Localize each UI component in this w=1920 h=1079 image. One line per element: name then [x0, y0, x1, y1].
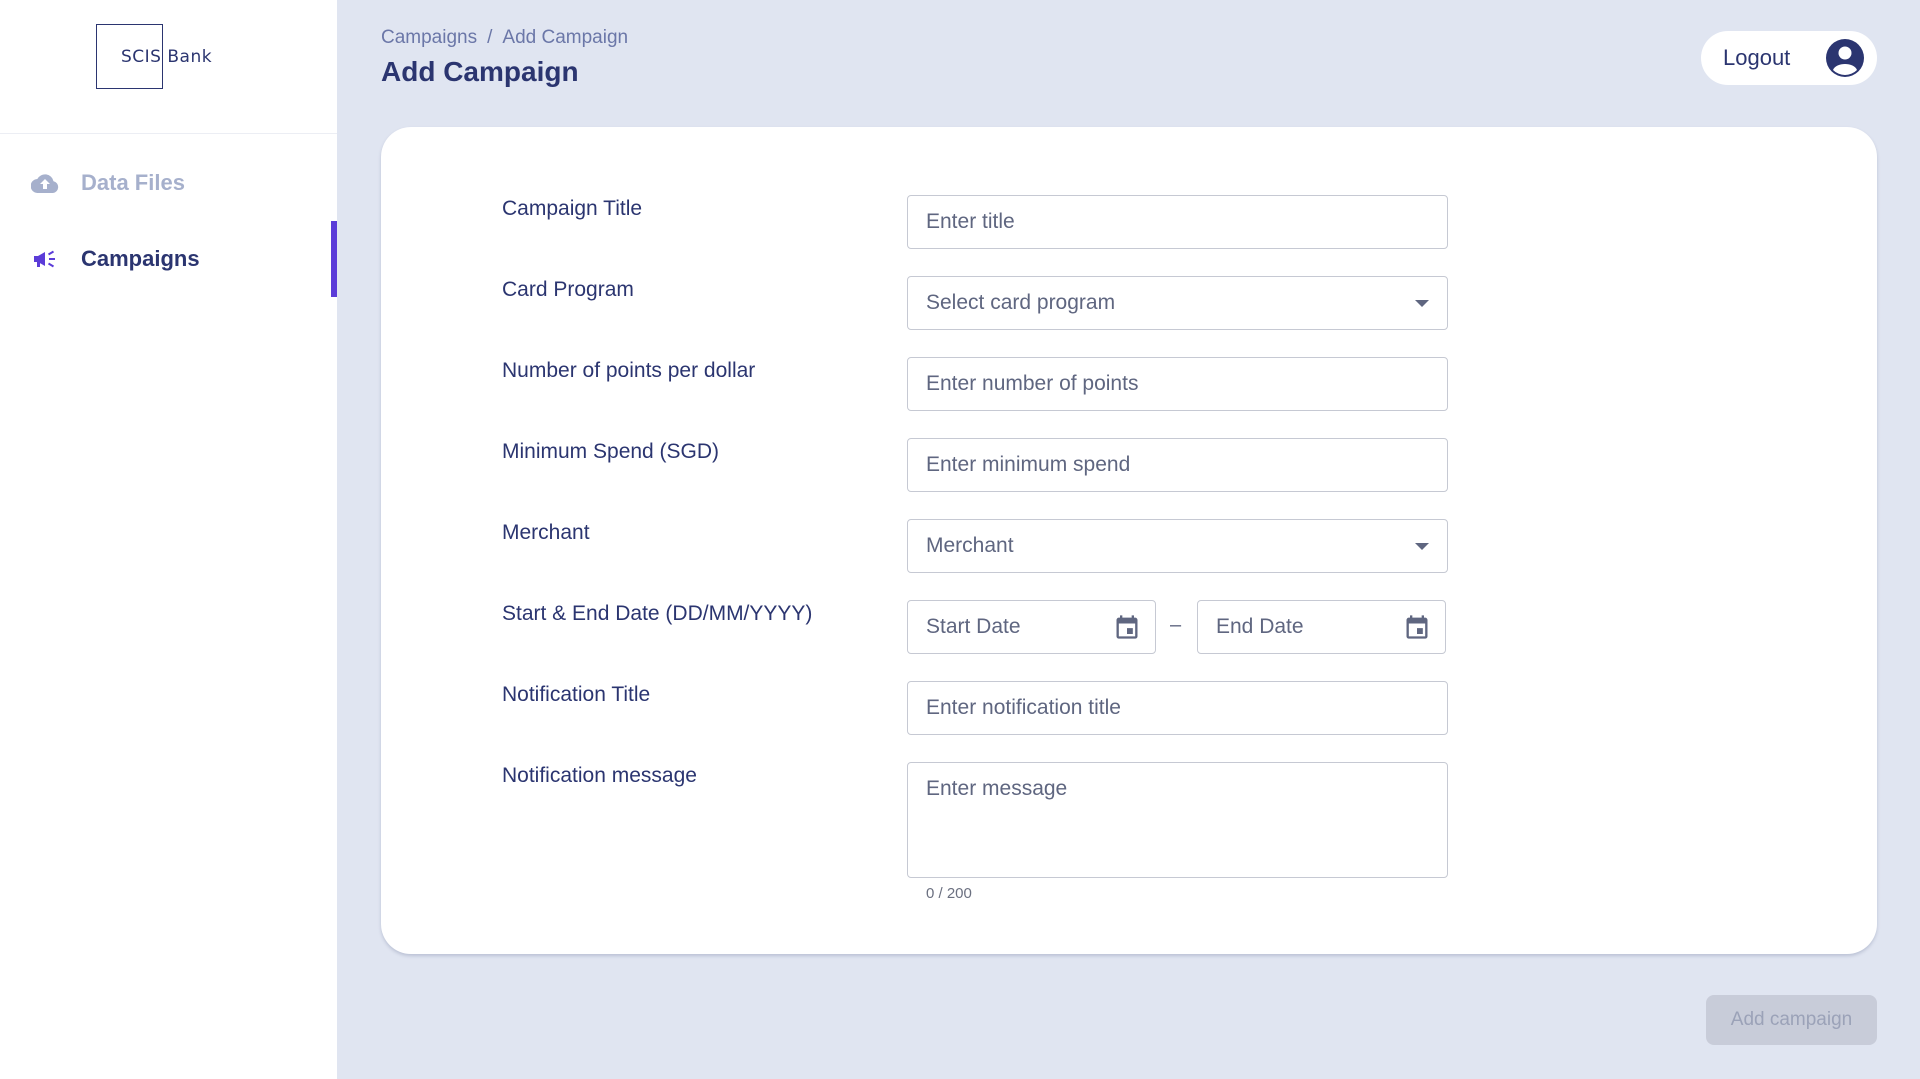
card-program-placeholder: Select card program [926, 291, 1116, 314]
campaign-title-input[interactable] [908, 196, 1447, 248]
notification-title-field [907, 681, 1448, 735]
card-program-select[interactable]: Select card program [907, 276, 1448, 330]
campaign-form-card: Campaign Title Card Program Select card … [381, 127, 1877, 954]
min-spend-input[interactable] [908, 439, 1447, 491]
logout-button[interactable]: Logout [1701, 31, 1877, 85]
sidebar-item-campaigns[interactable]: Campaigns [0, 221, 337, 297]
sidebar-item-label: Data Files [81, 170, 185, 195]
campaign-title-field [907, 195, 1448, 249]
user-avatar-icon [1826, 39, 1864, 77]
notification-title-label: Notification Title [502, 683, 651, 706]
sidebar: SCIS Bank Data Files Campaigns [0, 0, 337, 1079]
merchant-select[interactable]: Merchant [907, 519, 1448, 573]
notification-title-input[interactable] [908, 682, 1447, 734]
points-field [907, 357, 1448, 411]
dropdown-arrow-icon [1415, 543, 1429, 550]
merchant-label: Merchant [502, 521, 590, 544]
min-spend-label: Minimum Spend (SGD) [502, 440, 720, 463]
breadcrumb: Campaigns / Add Campaign [381, 27, 628, 49]
end-date-field [1197, 600, 1446, 654]
points-input[interactable] [908, 358, 1447, 410]
date-range-separator: – [1170, 614, 1182, 636]
logo-text: SCIS Bank [121, 47, 213, 67]
sidebar-item-data-files[interactable]: Data Files [0, 145, 337, 221]
points-label: Number of points per dollar [502, 359, 756, 382]
breadcrumb-item-campaigns[interactable]: Campaigns [381, 27, 477, 49]
dates-label: Start & End Date (DD/MM/YYYY) [502, 602, 813, 625]
calendar-icon[interactable] [1403, 613, 1431, 641]
start-date-field [907, 600, 1156, 654]
megaphone-icon [31, 248, 59, 270]
dropdown-arrow-icon [1415, 300, 1429, 307]
card-program-label: Card Program [502, 278, 634, 301]
active-indicator [331, 221, 337, 297]
logout-label: Logout [1723, 45, 1791, 70]
sidebar-item-label: Campaigns [81, 246, 200, 271]
page-title: Add Campaign [381, 56, 579, 87]
notification-message-label: Notification message [502, 764, 697, 787]
breadcrumb-item-current: Add Campaign [502, 27, 629, 48]
calendar-icon[interactable] [1113, 613, 1141, 641]
notification-message-field [907, 762, 1448, 878]
campaign-title-label: Campaign Title [502, 197, 643, 220]
merchant-placeholder: Merchant [926, 534, 1014, 557]
min-spend-field [907, 438, 1448, 492]
breadcrumb-separator: / [487, 27, 493, 48]
logo-area: SCIS Bank [0, 0, 337, 134]
cloud-upload-icon [31, 172, 59, 194]
character-counter: 0 / 200 [926, 885, 972, 902]
add-campaign-button[interactable]: Add campaign [1706, 995, 1877, 1045]
notification-message-input[interactable] [908, 763, 1447, 877]
